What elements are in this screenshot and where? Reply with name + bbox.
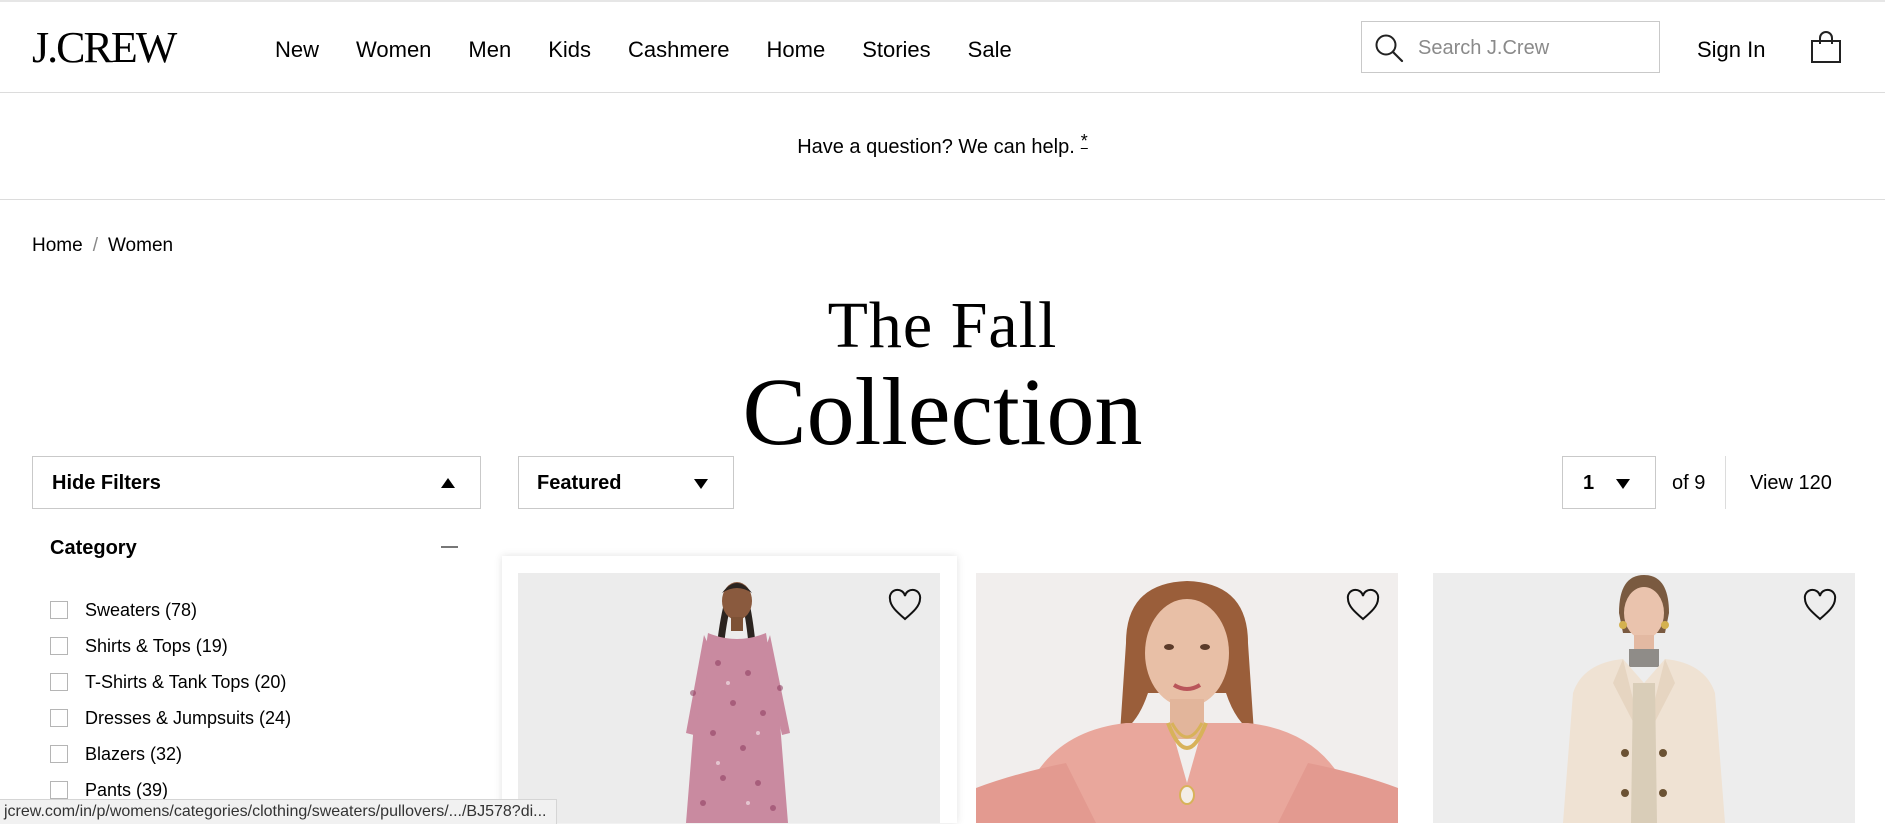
browser-status-bar: jcrew.com/in/p/womens/categories/clothin… xyxy=(0,799,558,824)
breadcrumb-women[interactable]: Women xyxy=(108,234,173,258)
caret-down-icon xyxy=(1616,479,1630,489)
checkbox[interactable] xyxy=(50,601,68,619)
page-count: of 9 xyxy=(1672,472,1706,494)
page-title-line2: Collection xyxy=(742,358,1143,465)
search-icon[interactable] xyxy=(1374,33,1404,63)
product-image-coat xyxy=(1433,573,1855,823)
jcrew-logo[interactable]: J.CREW xyxy=(32,26,177,70)
checkbox[interactable] xyxy=(50,781,68,799)
view-all-link[interactable]: View 120 xyxy=(1750,472,1832,494)
checkbox[interactable] xyxy=(50,709,68,727)
shopping-bag-icon[interactable] xyxy=(1810,30,1842,64)
filter-sweaters[interactable]: Sweaters (78) xyxy=(50,592,291,628)
nav-kids[interactable]: Kids xyxy=(548,36,591,64)
promo-link[interactable]: * xyxy=(1081,131,1088,151)
nav-women[interactable]: Women xyxy=(356,36,431,64)
heart-icon[interactable] xyxy=(1802,588,1838,622)
breadcrumb: Home / Women xyxy=(32,234,173,258)
checkbox[interactable] xyxy=(50,637,68,655)
page-title-line1: The Fall xyxy=(827,289,1058,362)
heart-icon[interactable] xyxy=(1345,588,1381,622)
nav-stories[interactable]: Stories xyxy=(862,36,930,64)
sort-dropdown[interactable]: Featured xyxy=(518,456,734,509)
checkbox[interactable] xyxy=(50,673,68,691)
checkbox[interactable] xyxy=(50,745,68,763)
category-filter-list: Sweaters (78) Shirts & Tops (19) T-Shirt… xyxy=(50,592,291,808)
main-nav: New Women Men Kids Cashmere Home Stories… xyxy=(275,36,1049,64)
product-image-dress xyxy=(518,573,940,823)
filter-label: Pants (39) xyxy=(85,780,169,800)
nav-sale[interactable]: Sale xyxy=(968,36,1012,64)
nav-men[interactable]: Men xyxy=(468,36,511,64)
breadcrumb-home[interactable]: Home xyxy=(32,234,83,258)
hide-filters-label: Hide Filters xyxy=(52,472,161,494)
category-heading[interactable]: Category xyxy=(50,536,137,560)
product-cream-coat[interactable] xyxy=(1433,573,1855,823)
nav-cashmere[interactable]: Cashmere xyxy=(628,36,729,64)
filter-label: T-Shirts & Tank Tops (20) xyxy=(85,672,287,692)
product-floral-dress[interactable] xyxy=(518,573,940,823)
sort-label: Featured xyxy=(537,472,622,494)
promo-message: Have a question? We can help. * xyxy=(0,131,1885,159)
filter-shirts-tops[interactable]: Shirts & Tops (19) xyxy=(50,628,291,664)
filter-label: Shirts & Tops (19) xyxy=(85,636,228,656)
sign-in-link[interactable]: Sign In xyxy=(1697,36,1766,64)
filter-label: Blazers (32) xyxy=(85,744,183,764)
filter-blazers[interactable]: Blazers (32) xyxy=(50,736,291,772)
product-pink-cardigan[interactable] xyxy=(976,573,1398,823)
caret-down-icon xyxy=(694,479,708,489)
page-dropdown[interactable]: 1 xyxy=(1562,456,1656,509)
nav-new[interactable]: New xyxy=(275,36,319,64)
product-image-cardigan xyxy=(976,573,1398,823)
promo-banner: Have a question? We can help. * xyxy=(0,93,1885,200)
promo-text: Have a question? We can help. xyxy=(797,136,1075,158)
search-input[interactable] xyxy=(1416,22,1650,74)
collapse-minus-icon[interactable] xyxy=(441,546,458,548)
hide-filters-button[interactable]: Hide Filters xyxy=(32,456,481,509)
filter-label: Dresses & Jumpsuits (24) xyxy=(85,708,292,728)
filter-label: Sweaters (78) xyxy=(85,600,198,620)
breadcrumb-separator: / xyxy=(92,235,98,256)
search-box xyxy=(1361,21,1660,74)
filter-tshirts-tanks[interactable]: T-Shirts & Tank Tops (20) xyxy=(50,664,291,700)
page-number: 1 xyxy=(1583,472,1595,494)
caret-up-icon xyxy=(441,478,455,488)
site-header: J.CREW New Women Men Kids Cashmere Home … xyxy=(0,2,1885,93)
filter-dresses-jumpsuits[interactable]: Dresses & Jumpsuits (24) xyxy=(50,700,291,736)
nav-home[interactable]: Home xyxy=(767,36,826,64)
heart-icon[interactable] xyxy=(887,588,923,622)
pagination-divider xyxy=(1725,456,1726,509)
